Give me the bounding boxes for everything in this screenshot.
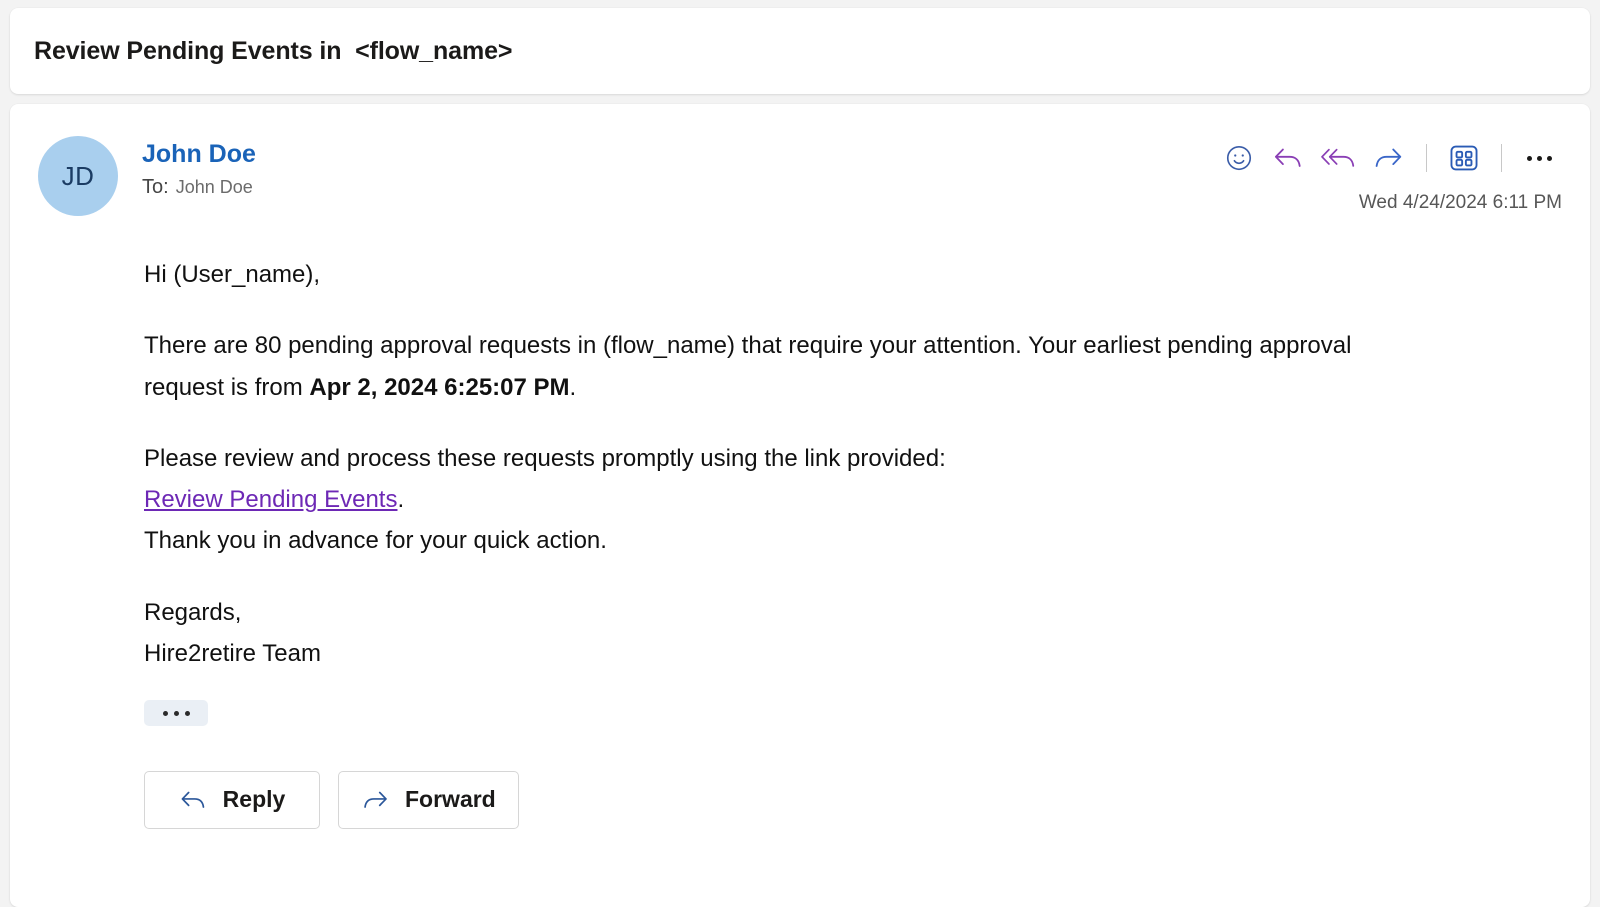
message-body: Hi (User_name), There are 80 pending app… xyxy=(144,254,1562,729)
header-right: Wed 4/24/2024 6:11 PM xyxy=(1216,134,1562,214)
forward-button-top[interactable] xyxy=(1366,136,1412,180)
recipients-line: To: John Doe xyxy=(142,176,1216,199)
more-options-button[interactable] xyxy=(1516,136,1562,180)
reply-all-icon xyxy=(1320,143,1358,173)
message-footer-actions: Reply Forward xyxy=(144,770,1562,829)
react-button[interactable] xyxy=(1216,136,1262,180)
reply-icon xyxy=(1272,143,1306,173)
body-paragraph-1-tail: . xyxy=(569,373,577,401)
expand-dot-3 xyxy=(184,710,190,716)
sender-name[interactable]: John Doe xyxy=(142,140,1216,170)
message-timestamp: Wed 4/24/2024 6:11 PM xyxy=(1358,192,1562,213)
more-options-icon xyxy=(1526,155,1552,161)
apps-icon xyxy=(1448,142,1480,174)
expand-dot-2 xyxy=(173,710,179,716)
forward-icon xyxy=(361,787,391,813)
review-pending-events-link[interactable]: Review Pending Events xyxy=(144,486,397,513)
expand-dot-1 xyxy=(162,710,168,716)
forward-button[interactable]: Forward xyxy=(338,770,519,829)
apps-button[interactable] xyxy=(1441,136,1487,180)
toolbar-divider-1 xyxy=(1426,144,1427,172)
reply-button[interactable]: Reply xyxy=(144,770,320,829)
forward-icon xyxy=(1372,143,1406,173)
react-icon xyxy=(1224,143,1254,173)
signature-regards: Regards, xyxy=(144,598,242,626)
sender-block: John Doe To: John Doe xyxy=(142,134,1216,199)
avatar-initials: JD xyxy=(61,160,95,191)
signature-team: Hire2retire Team xyxy=(144,639,321,667)
earliest-request-date: Apr 2, 2024 6:25:07 PM xyxy=(309,373,570,401)
recipient-name[interactable]: John Doe xyxy=(176,177,253,198)
reply-button-label: Reply xyxy=(222,786,286,813)
subject-card: Review Pending Events in <flow_name> xyxy=(10,8,1590,94)
body-link-line: Review Pending Events. xyxy=(144,479,1434,520)
message-action-toolbar xyxy=(1216,136,1562,180)
avatar: JD xyxy=(38,136,118,216)
message-header: JD John Doe To: John Doe Wed 4/24/2024 6… xyxy=(38,134,1562,226)
page-title: Review Pending Events in <flow_name> xyxy=(34,36,513,65)
email-reading-pane: Review Pending Events in <flow_name> JD … xyxy=(0,0,1600,907)
body-paragraph-2: Please review and process these requests… xyxy=(144,438,1434,562)
reply-icon xyxy=(179,787,209,813)
body-signature: Regards, Hire2retire Team xyxy=(144,592,1434,675)
body-instruction-line: Please review and process these requests… xyxy=(144,444,946,472)
body-greeting: Hi (User_name), xyxy=(144,261,321,288)
forward-button-label: Forward xyxy=(405,786,496,813)
reply-button-top[interactable] xyxy=(1266,136,1312,180)
body-link-trailing: . xyxy=(397,486,405,514)
to-label: To: xyxy=(142,175,169,198)
toolbar-divider-2 xyxy=(1501,144,1502,172)
expand-quoted-text-button[interactable] xyxy=(144,700,208,727)
body-thanks-line: Thank you in advance for your quick acti… xyxy=(144,527,607,555)
reply-all-button-top[interactable] xyxy=(1316,136,1362,180)
body-paragraph-1: There are 80 pending approval requests i… xyxy=(144,325,1434,408)
message-card: JD John Doe To: John Doe Wed 4/24/2024 6… xyxy=(10,104,1590,907)
